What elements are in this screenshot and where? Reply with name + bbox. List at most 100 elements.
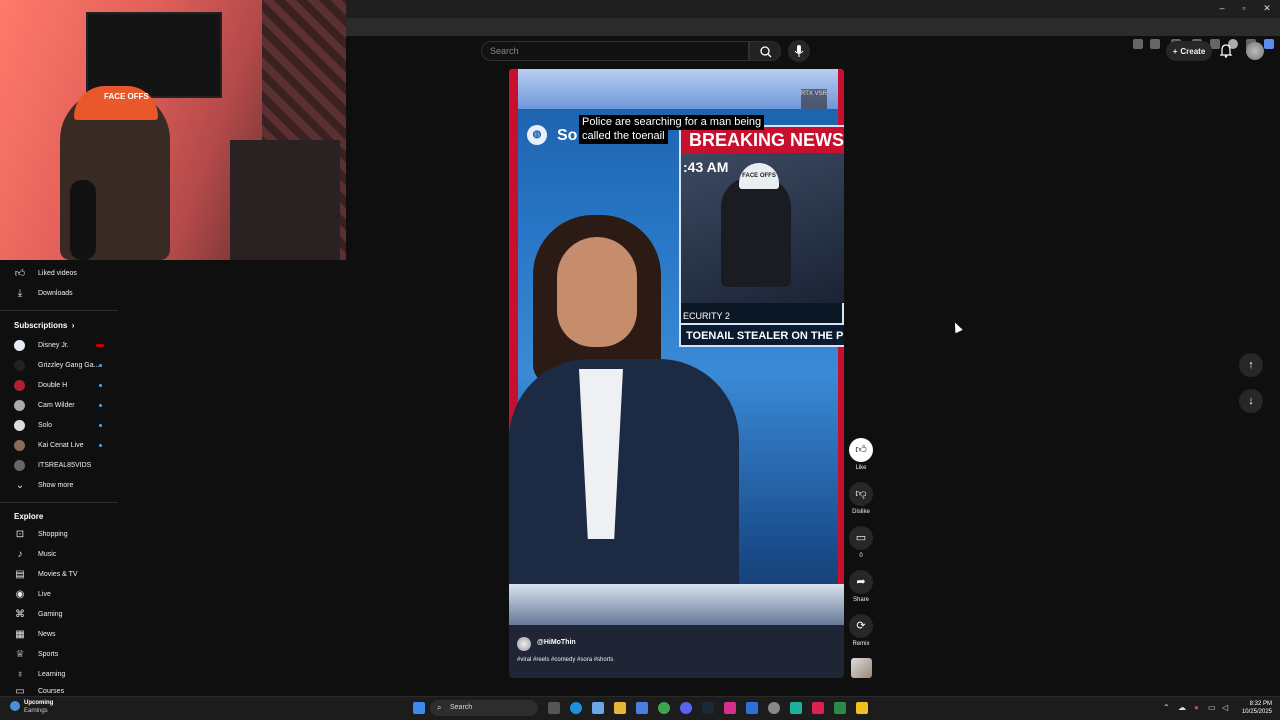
voice-search-button[interactable] (788, 40, 810, 62)
search-placeholder: Search (490, 46, 519, 56)
copilot-icon[interactable] (1264, 39, 1274, 49)
start-icon[interactable] (413, 702, 425, 714)
security-label: ECURITY 2 (683, 311, 730, 321)
weather-widget[interactable]: Upcoming Earnings (10, 699, 53, 715)
lightbulb-icon: ♁ (16, 668, 24, 680)
mic-muted-icon[interactable]: ● (1194, 703, 1199, 712)
chrome-icon[interactable] (658, 702, 670, 714)
music-note-icon: ♪ (17, 548, 23, 560)
film-icon: ▤ (15, 568, 25, 580)
hat-text: FACE OFFS (104, 92, 149, 101)
file-explorer-icon[interactable] (614, 702, 626, 714)
sidebar-item-courses[interactable]: ▭ Courses (14, 686, 64, 696)
thumbs-up-icon: 👍︎ (14, 268, 26, 279)
share-button[interactable]: ➦ Share (849, 570, 873, 603)
steam-icon[interactable] (702, 702, 714, 714)
dislike-button[interactable]: 👎︎ Dislike (849, 482, 873, 515)
comment-icon: ▭ (849, 526, 873, 550)
sidebar-item-news[interactable]: ▦ News (14, 626, 55, 642)
sidebar-item-gaming[interactable]: ⌘ Gaming (14, 606, 63, 622)
sidebar-item-label: Shopping (38, 530, 68, 538)
avatar (14, 379, 25, 391)
avatar (14, 459, 25, 471)
system-clock[interactable]: 8:32 PM 10/25/2025 (1236, 700, 1272, 716)
new-content-dot (99, 404, 102, 407)
microphone-icon (794, 45, 804, 57)
sidebar-item-label: Cam Wilder (38, 401, 75, 409)
video-hashtags[interactable]: #viral #reels #comedy #sora #shorts (517, 657, 613, 663)
plus-icon: + (1172, 46, 1178, 56)
sidebar-item-live[interactable]: ◉ Live (14, 586, 51, 602)
volume-icon[interactable]: ◁ (1222, 703, 1228, 712)
account-avatar[interactable] (1246, 42, 1264, 60)
extension-icon[interactable] (1133, 39, 1143, 49)
subscriptions-heading[interactable]: Subscriptions › (14, 321, 74, 330)
live-badge (96, 344, 104, 347)
thumbs-up-icon: 👍︎ (849, 438, 873, 462)
network-logo-icon: ◍ (527, 125, 547, 145)
copilot-icon[interactable] (592, 702, 604, 714)
sidebar-item-liked-videos[interactable]: 👍︎ Liked videos (14, 265, 77, 281)
courses-icon: ▭ (15, 686, 25, 696)
sidebar-item-subscription[interactable]: Solo (14, 417, 52, 433)
close-icon[interactable]: ✕ (1261, 3, 1273, 14)
sidebar-item-sports[interactable]: ♕ Sports (14, 646, 59, 662)
search-button[interactable] (749, 41, 781, 61)
sidebar-item-label: Disney Jr. (38, 341, 69, 349)
previous-short-button[interactable]: ↑ (1239, 353, 1263, 377)
taskbar-search[interactable]: ⌕ Search (430, 700, 538, 716)
channel-name[interactable]: @HiMoThin (537, 639, 576, 646)
sidebar-item-subscription[interactable]: Disney Jr. (14, 337, 69, 353)
sidebar-item-subscription[interactable]: Cam Wilder (14, 397, 75, 413)
breaking-news-inset: FACE OFFS BREAKING NEWS :43 AM ECURITY 2… (679, 125, 844, 347)
sidebar-item-label: Sports (38, 650, 59, 658)
sidebar-item-shopping[interactable]: ⊡ Shopping (14, 526, 68, 542)
comments-button[interactable]: ▭ 0 (849, 526, 873, 559)
cloud-icon[interactable]: ☁ (1178, 703, 1186, 712)
sidebar-item-downloads[interactable]: ⤓ Downloads (14, 285, 73, 301)
instagram-icon[interactable] (724, 702, 736, 714)
sidebar-item-label: Movies & TV (38, 570, 78, 578)
excel-icon[interactable] (834, 702, 846, 714)
sidebar-item-label: Grizzley Gang Ga... (38, 361, 100, 369)
sidebar-item-movies[interactable]: ▤ Movies & TV (14, 566, 78, 582)
sidebar-item-music[interactable]: ♪ Music (14, 546, 57, 562)
star-icon[interactable] (1150, 39, 1160, 49)
remix-button[interactable]: ⟳ Remix (849, 614, 873, 647)
search-input[interactable]: Search (481, 41, 749, 61)
tiktok-icon[interactable] (812, 702, 824, 714)
sidebar-item-label: Double H (38, 381, 68, 389)
sidebar-item-subscription[interactable]: ITSREAL85VIDS (14, 457, 91, 473)
sidebar-item-subscription[interactable]: Kai Cenat Live (14, 437, 84, 453)
sidebar-divider (0, 310, 118, 311)
store-icon[interactable] (636, 702, 648, 714)
app-icon[interactable] (790, 702, 802, 714)
edge-icon[interactable] (570, 702, 582, 714)
network-icon[interactable]: ▭ (1208, 703, 1216, 712)
create-button[interactable]: + Create (1166, 41, 1212, 61)
channel-avatar[interactable] (517, 637, 531, 651)
sidebar-item-subscription[interactable]: Double H (14, 377, 67, 393)
notifications-bell-icon[interactable] (1218, 42, 1234, 58)
sound-thumbnail[interactable] (851, 658, 872, 678)
show-more-button[interactable]: ⌄ Show more (14, 477, 74, 493)
task-view-icon[interactable] (548, 702, 560, 714)
sticky-notes-icon[interactable] (856, 702, 868, 714)
explore-heading: Explore (14, 512, 44, 521)
app-icon[interactable] (746, 702, 758, 714)
settings-icon[interactable] (768, 702, 780, 714)
trophy-icon: ♕ (15, 648, 25, 660)
sidebar-item-learning[interactable]: ♁ Learning (14, 666, 65, 682)
minimize-icon[interactable]: – (1216, 3, 1228, 13)
maximize-icon[interactable]: ▫ (1238, 3, 1250, 13)
discord-icon[interactable] (680, 702, 692, 714)
like-label: Like (855, 465, 867, 471)
next-short-button[interactable]: ↓ (1239, 389, 1263, 413)
sidebar-item-subscription[interactable]: Grizzley Gang Ga... (14, 357, 99, 373)
sidebar-item-label: ITSREAL85VIDS (38, 461, 92, 469)
remix-label: Remix (852, 641, 870, 647)
like-button[interactable]: 👍︎ Like (849, 438, 873, 471)
gamepad-icon: ⌘ (15, 608, 25, 620)
shorts-video-player[interactable]: ◍ So RTX VSR FACE OFFS BREAKING NEWS :43… (509, 69, 844, 678)
chevron-up-icon[interactable]: ⌃ (1163, 703, 1170, 712)
